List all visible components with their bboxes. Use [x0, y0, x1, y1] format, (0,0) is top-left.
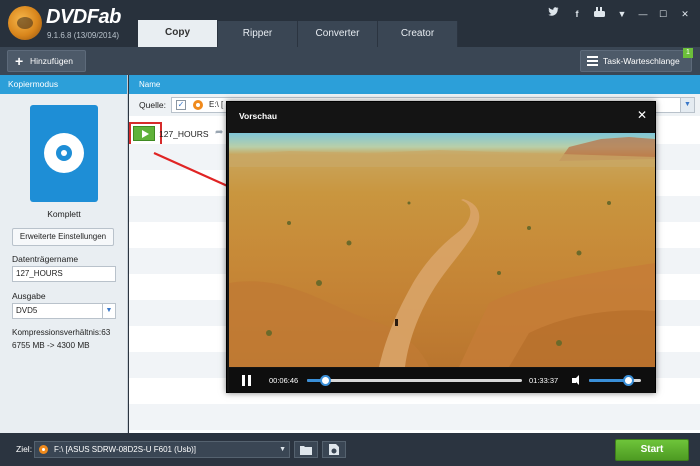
copy-mode-header: Kopiermodus — [0, 75, 127, 94]
toolbar: + Hinzufügen Task-Warteschlange 1 — [0, 47, 700, 75]
close-icon[interactable]: ✕ — [678, 7, 692, 21]
task-queue-label: Task-Warteschlange — [603, 56, 680, 66]
iso-button[interactable] — [322, 441, 346, 458]
dvdfab-logo-icon — [8, 6, 42, 40]
desert-scene-image — [229, 137, 655, 367]
volume-label-input[interactable]: 127_HOURS — [12, 266, 116, 282]
title-bar: DVDFab 9.1.6.8 (13/09/2014) Copy Ripper … — [0, 0, 700, 48]
plus-icon: + — [15, 53, 24, 69]
source-label: Quelle: — [139, 100, 166, 110]
arrow-right-icon: ➦ — [215, 127, 224, 138]
add-button-label: Hinzufügen — [30, 56, 74, 66]
app-version: 9.1.6.8 (13/09/2014) — [47, 31, 120, 40]
play-highlight-box — [129, 122, 162, 146]
output-select-value: DVD5 — [16, 306, 38, 315]
source-value: E:\ [ — [209, 100, 224, 109]
menu-dropdown-icon[interactable]: ▼ — [615, 7, 629, 21]
volume-label-caption: Datenträgername — [12, 254, 79, 264]
task-queue-button[interactable]: Task-Warteschlange 1 — [580, 48, 693, 72]
folder-button[interactable] — [294, 441, 318, 458]
tab-creator[interactable]: Creator — [378, 21, 458, 47]
chevron-down-icon[interactable]: ▼ — [279, 442, 286, 457]
compression-size: 6755 MB -> 4300 MB — [12, 341, 90, 350]
video-frame — [229, 133, 655, 367]
add-source-button[interactable]: + Hinzufügen — [7, 50, 86, 72]
volume-icon[interactable] — [572, 375, 584, 386]
compression-ratio: Kompressionsverhältnis:63 — [12, 328, 111, 337]
target-value: F:\ [ASUS SDRW-08D2S-U F601 (Usb)] — [54, 445, 196, 454]
volume-slider[interactable] — [589, 375, 641, 386]
copy-mode-selector[interactable] — [30, 105, 98, 202]
list-icon — [587, 56, 598, 66]
tab-ripper[interactable]: Ripper — [218, 21, 298, 47]
tab-copy[interactable]: Copy — [138, 20, 218, 48]
pause-icon[interactable] — [241, 375, 252, 386]
iso-file-icon — [329, 444, 339, 455]
copy-mode-panel: Kopiermodus Komplett Erweiterte Einstell… — [0, 75, 128, 433]
preview-title: Vorschau — [239, 111, 278, 121]
tab-converter[interactable]: Converter — [298, 21, 378, 47]
minimize-icon[interactable]: — — [636, 7, 650, 21]
target-label: Ziel: — [16, 444, 33, 454]
player-controls: 00:06:46 01:33:37 — [229, 368, 655, 393]
facebook-icon[interactable]: f — [570, 7, 584, 21]
volume-handle[interactable] — [623, 375, 634, 386]
total-time: 01:33:37 — [529, 376, 559, 385]
queue-count-badge: 1 — [683, 48, 693, 58]
output-caption: Ausgabe — [12, 291, 46, 301]
copy-mode-name: Komplett — [47, 209, 81, 219]
seek-slider[interactable] — [307, 375, 522, 386]
twitter-icon[interactable] — [546, 7, 560, 21]
chevron-down-icon[interactable]: ▼ — [102, 304, 115, 318]
current-time: 00:06:46 — [269, 376, 299, 385]
youtube-icon[interactable] — [592, 7, 606, 21]
list-item — [129, 404, 700, 430]
bottom-bar: Ziel: F:\ [ASUS SDRW-08D2S-U F601 (Usb)]… — [0, 433, 700, 466]
target-disc-icon — [39, 445, 48, 454]
output-select[interactable]: DVD5 ▼ — [12, 303, 116, 319]
advanced-settings-button[interactable]: Erweiterte Einstellungen — [12, 228, 114, 246]
source-disc-icon — [193, 100, 203, 110]
compression-info: Kompressionsverhältnis:63 6755 MB -> 430… — [12, 326, 124, 352]
target-select[interactable]: F:\ [ASUS SDRW-08D2S-U F601 (Usb)] ▼ — [34, 441, 290, 458]
app-name: DVDFab — [46, 6, 121, 28]
source-checkbox[interactable]: ✓ — [176, 100, 186, 110]
folder-icon — [300, 446, 312, 455]
seek-handle[interactable] — [320, 375, 332, 386]
disc-icon — [44, 133, 84, 173]
name-column-header: Name — [129, 75, 700, 94]
chevron-down-icon[interactable]: ▼ — [680, 98, 694, 112]
title-name: 127_HOURS — [159, 129, 209, 139]
maximize-icon[interactable]: ☐ — [656, 7, 670, 21]
preview-window: Vorschau ✕ 00:06:46 01:33:37 — [226, 101, 656, 393]
start-button[interactable]: Start — [615, 439, 689, 461]
close-icon[interactable]: ✕ — [637, 108, 647, 122]
